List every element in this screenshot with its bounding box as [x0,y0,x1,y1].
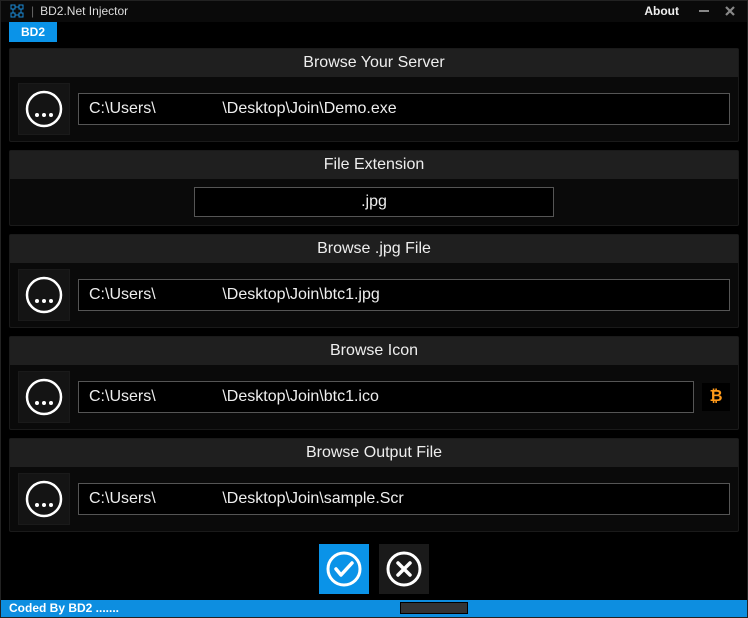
section-icon: Browse Icon ₿ [9,336,739,430]
extension-input[interactable] [194,187,554,217]
progress-bar [400,602,468,614]
section-extension: File Extension [9,150,739,226]
titlebar: | BD2.Net Injector About [1,1,747,22]
icon-path-input[interactable] [78,381,694,413]
status-text: Coded By BD2 ....... [9,601,119,615]
section-jpg-header: Browse .jpg File [10,235,738,263]
browse-jpg-button[interactable] [18,269,70,321]
app-icon [9,3,25,19]
section-jpg: Browse .jpg File [9,234,739,328]
section-icon-header: Browse Icon [10,337,738,365]
cancel-button[interactable] [379,544,429,594]
section-extension-header: File Extension [10,151,738,179]
section-server-header: Browse Your Server [10,49,738,77]
ok-button[interactable] [319,544,369,594]
actions-row [9,540,739,596]
section-output: Browse Output File [9,438,739,532]
browse-output-button[interactable] [18,473,70,525]
title-divider: | [31,4,34,18]
window-title: BD2.Net Injector [40,4,128,18]
tabs: BD2 [1,22,747,42]
statusbar: Coded By BD2 ....... [1,600,747,617]
close-button[interactable] [721,3,739,19]
icon-preview: ₿ [702,383,730,411]
main-panel: Browse Your Server File Extension Browse… [1,42,747,600]
browse-icon-button[interactable] [18,371,70,423]
minimize-button[interactable] [695,3,713,19]
output-path-input[interactable] [78,483,730,515]
tab-bd2[interactable]: BD2 [9,22,57,42]
jpg-path-input[interactable] [78,279,730,311]
about-link[interactable]: About [644,4,679,18]
browse-server-button[interactable] [18,83,70,135]
section-server: Browse Your Server [9,48,739,142]
section-output-header: Browse Output File [10,439,738,467]
server-path-input[interactable] [78,93,730,125]
